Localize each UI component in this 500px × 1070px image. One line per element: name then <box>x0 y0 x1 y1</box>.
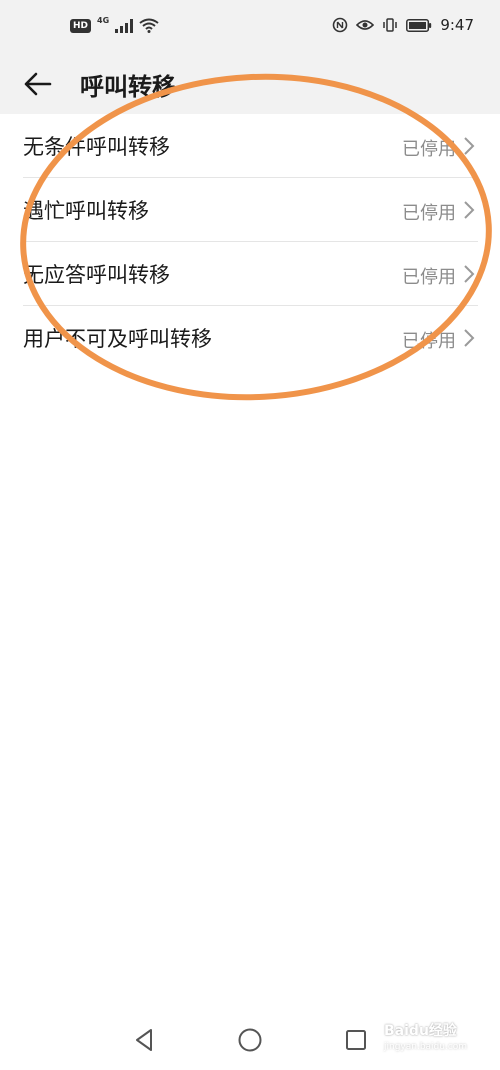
watermark-main: Baidu经验 <box>384 1023 457 1039</box>
vibrate-icon <box>383 18 398 32</box>
chevron-right-icon <box>464 201 475 219</box>
item-label: 无应答呼叫转移 <box>23 263 170 287</box>
wifi-icon <box>139 18 159 33</box>
signal-icon <box>115 18 134 33</box>
eye-comfort-icon <box>356 20 375 30</box>
item-status: 已停用 <box>402 203 456 224</box>
recents-square-icon <box>346 1030 366 1050</box>
hd-icon: HD <box>70 18 92 33</box>
list-item-unreachable[interactable]: 用户不可及呼叫转移 已停用 <box>0 306 500 370</box>
home-circle-icon <box>238 1028 262 1052</box>
nav-back-button[interactable] <box>126 1022 162 1058</box>
title-bar: 呼叫转移 <box>0 58 500 114</box>
item-status: 已停用 <box>402 331 456 352</box>
item-label: 用户不可及呼叫转移 <box>23 327 212 351</box>
status-time: 9:47 <box>440 16 474 34</box>
nfc-icon <box>333 17 348 33</box>
status-left: HD 4G <box>70 16 159 33</box>
network-type: 4G <box>97 16 110 25</box>
chevron-right-icon <box>464 265 475 283</box>
item-label: 无条件呼叫转移 <box>23 135 170 159</box>
back-arrow-icon <box>24 72 52 96</box>
page-title: 呼叫转移 <box>80 73 176 101</box>
item-status: 已停用 <box>402 267 456 288</box>
list-item-busy[interactable]: 遇忙呼叫转移 已停用 <box>0 178 500 242</box>
list-item-unconditional[interactable]: 无条件呼叫转移 已停用 <box>0 114 500 178</box>
chevron-right-icon <box>464 329 475 347</box>
watermark-sub: jingyan.baidu.com <box>384 1042 468 1052</box>
nav-home-button[interactable] <box>232 1022 268 1058</box>
watermark: Baidu经验 jingyan.baidu.com <box>380 1016 490 1062</box>
status-right: 9:47 <box>332 16 474 34</box>
status-bar: HD 4G 9:47 <box>0 0 500 58</box>
item-status: 已停用 <box>402 139 456 160</box>
item-label: 遇忙呼叫转移 <box>23 199 149 223</box>
battery-icon <box>406 18 432 32</box>
list-item-no-answer[interactable]: 无应答呼叫转移 已停用 <box>0 242 500 306</box>
forwarding-list: 无条件呼叫转移 已停用 遇忙呼叫转移 已停用 无应答呼叫转移 已停用 用户不可及… <box>0 114 500 370</box>
chevron-right-icon <box>464 137 475 155</box>
back-triangle-icon <box>136 1029 152 1051</box>
nav-recents-button[interactable] <box>338 1022 374 1058</box>
back-button[interactable] <box>18 64 58 104</box>
